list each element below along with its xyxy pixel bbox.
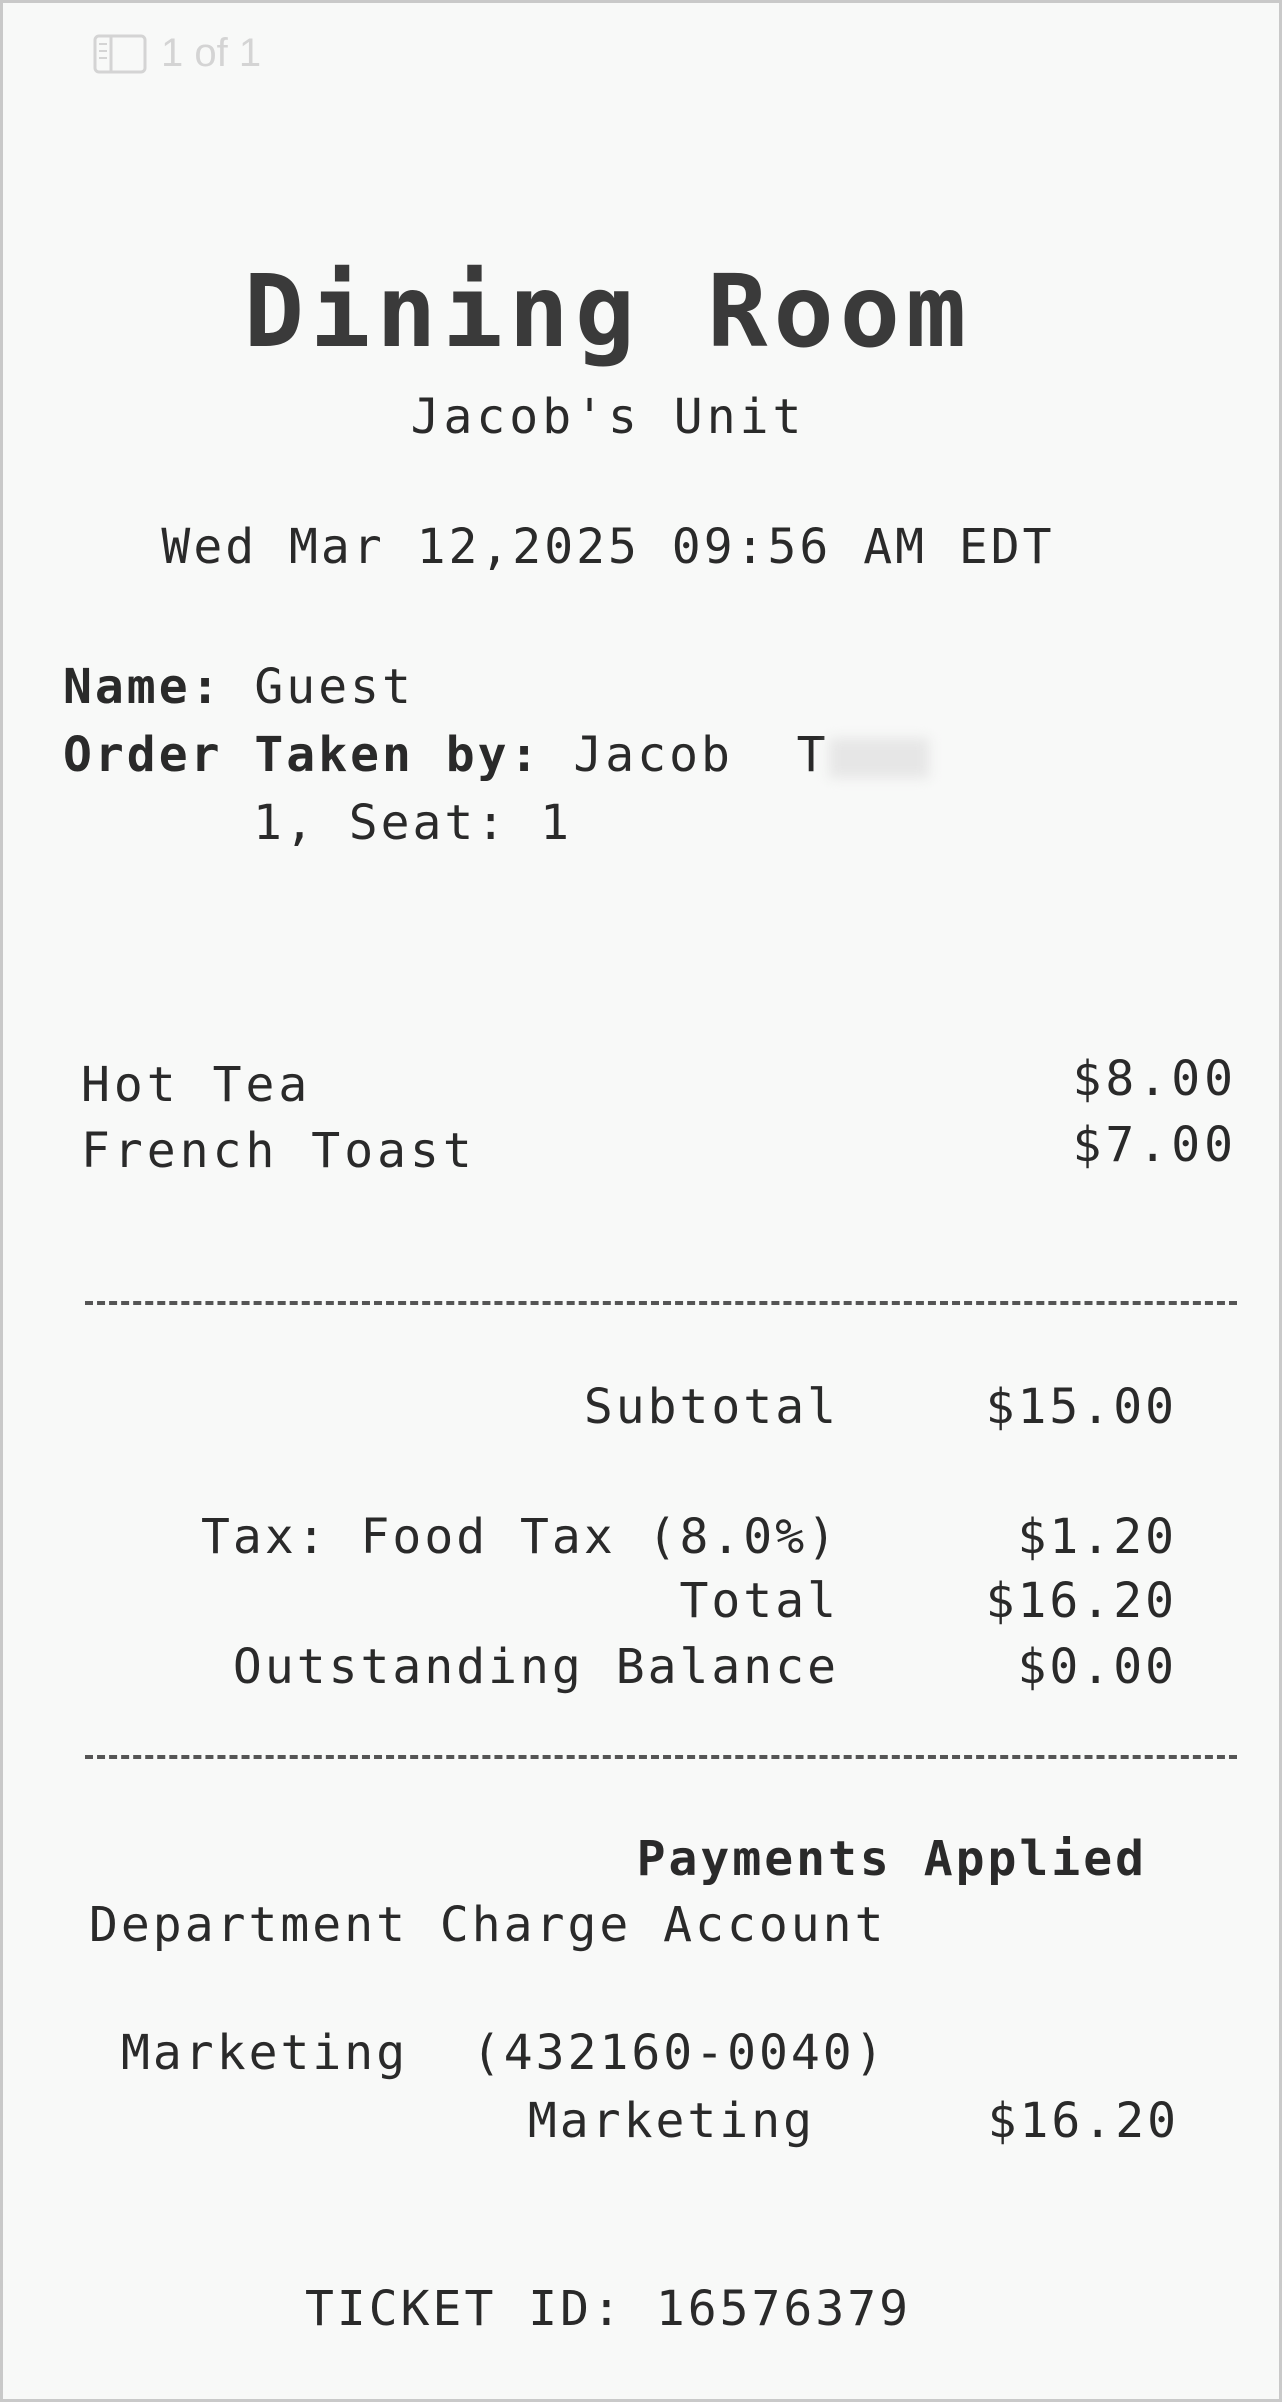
account-name: Marketing	[527, 2093, 815, 2149]
taken-value: Jacob T	[573, 727, 829, 783]
total-value: $16.20	[985, 1573, 1177, 1629]
account-line: Marketing (432160-0040)	[121, 2025, 887, 2081]
divider	[85, 1755, 1237, 1759]
page-indicator-text: 1 of 1	[161, 31, 262, 75]
line-item-price: $8.00	[1072, 1051, 1237, 1107]
subtotal-value: $15.00	[985, 1379, 1177, 1435]
balance-value: $0.00	[1017, 1639, 1177, 1695]
total-label: Total	[679, 1573, 839, 1629]
divider	[85, 1301, 1237, 1305]
account-amount: $16.20	[987, 2093, 1179, 2149]
payments-heading: Payments Applied	[636, 1831, 1147, 1887]
receipt-datetime: Wed Mar 12,2025 09:56 AM EDT	[161, 519, 1055, 575]
receipt-page: 1 of 1 Dining Room Jacob's Unit Wed Mar …	[0, 0, 1282, 2402]
unit-name: Jacob's Unit	[410, 389, 806, 445]
taken-label: Order Taken by:	[63, 727, 542, 783]
tax-label: Tax: Food Tax (8.0%)	[201, 1509, 839, 1565]
balance-label: Outstanding Balance	[232, 1639, 839, 1695]
payment-method: Department Charge Account	[89, 1897, 887, 1953]
name-label: Name:	[63, 659, 223, 715]
ticket-id: TICKET ID: 16576379	[304, 2281, 912, 2337]
sidebar-icon[interactable]	[93, 34, 147, 74]
redacted-blur	[828, 738, 929, 778]
page-indicator[interactable]: 1 of 1	[93, 31, 261, 76]
seat-line: 1, Seat: 1	[253, 795, 572, 851]
guest-name-line: Name: Guest	[63, 659, 414, 715]
subtotal-label: Subtotal	[583, 1379, 839, 1435]
line-item-price: $7.00	[1072, 1117, 1237, 1173]
name-value: Guest	[254, 659, 414, 715]
receipt-title: Dining Room	[243, 253, 973, 370]
line-item-name: Hot Tea	[81, 1057, 312, 1113]
line-item-name: French Toast	[81, 1123, 476, 1179]
order-taken-line: Order Taken by: Jacob T	[63, 727, 929, 783]
tax-value: $1.20	[1017, 1509, 1177, 1565]
